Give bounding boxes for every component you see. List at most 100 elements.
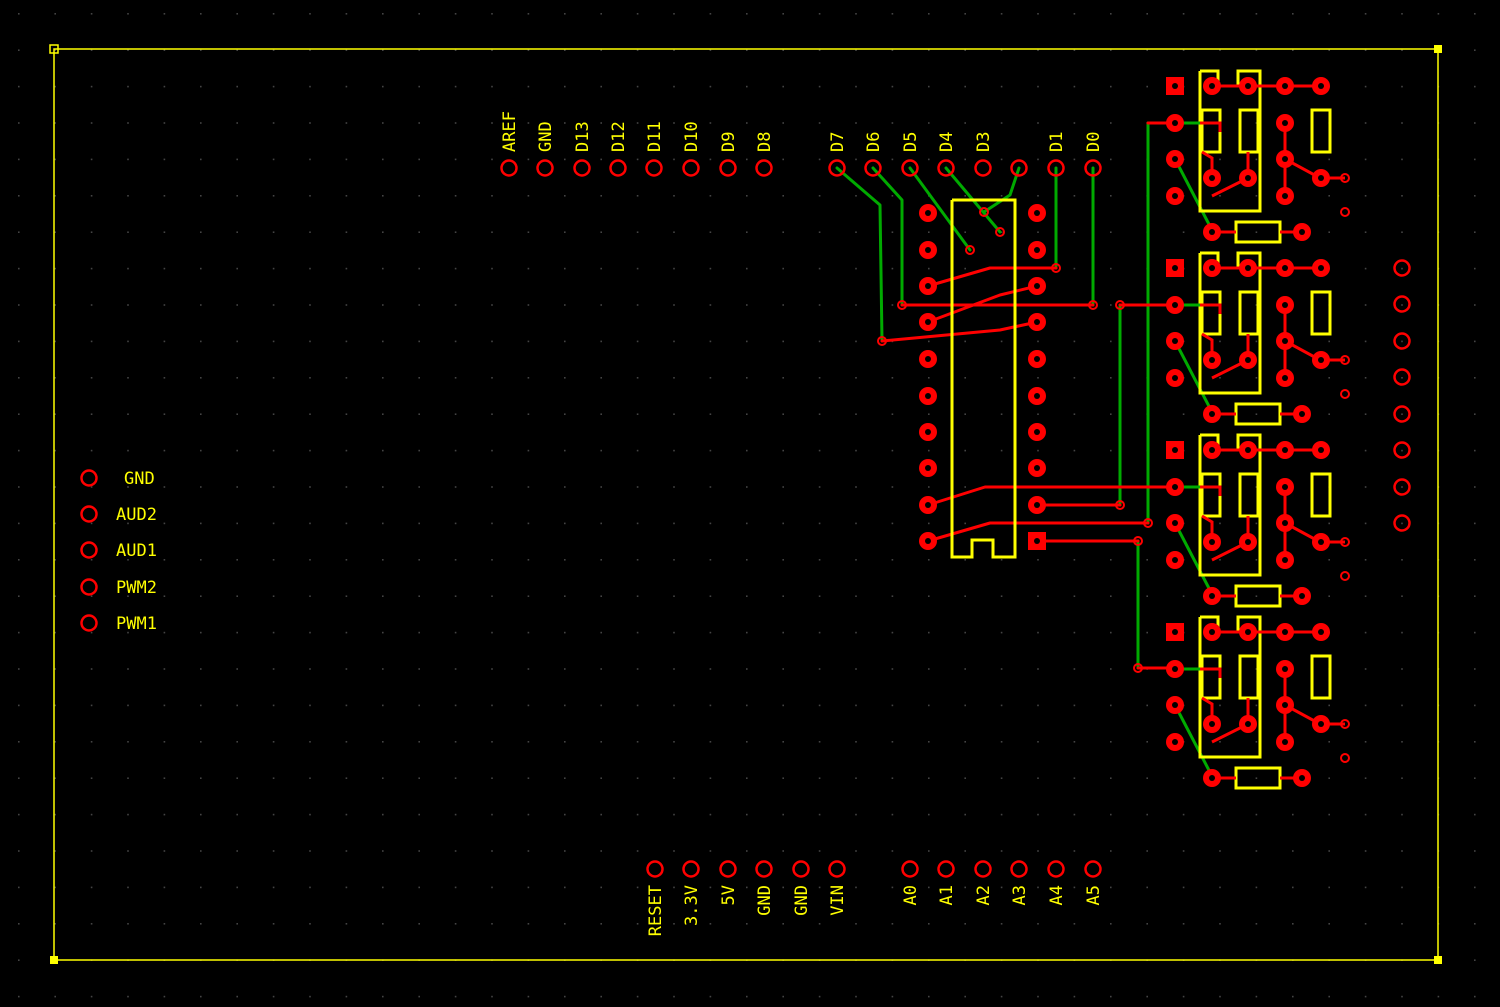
pad-hole: [1209, 539, 1215, 545]
grid-dot: [564, 340, 566, 343]
grid-dot: [309, 559, 311, 561]
grid-dot: [818, 267, 821, 270]
grid-dot: [454, 850, 457, 852]
grid-dot: [418, 777, 420, 779]
grid-dot: [1364, 777, 1367, 779]
grid-dot: [1219, 158, 1221, 161]
grid-dot: [1000, 413, 1003, 415]
grid-dot: [491, 13, 493, 15]
grid-dot: [891, 741, 894, 743]
grid-dot: [491, 559, 493, 561]
grid-dot: [309, 850, 311, 852]
pad-hole: [1034, 247, 1040, 253]
grid-dot: [746, 777, 748, 779]
grid-dot: [1437, 13, 1440, 15]
grid-dot: [309, 304, 311, 306]
grid-dot: [18, 522, 20, 525]
grid-dot: [600, 13, 602, 15]
grid-dot: [855, 304, 857, 306]
grid-dot: [564, 449, 566, 452]
grid-dot: [90, 741, 93, 743]
corner-marker: [1434, 956, 1442, 964]
grid-dot: [600, 668, 602, 670]
grid-dot: [418, 267, 420, 270]
grid-dot: [382, 595, 384, 597]
grid-dot: [345, 522, 348, 525]
grid-dot: [200, 777, 202, 779]
pad-hole: [1299, 775, 1305, 781]
grid-dot: [564, 631, 566, 634]
grid-dot: [127, 158, 129, 161]
grid-dot: [891, 85, 894, 88]
grid-dot: [527, 413, 530, 415]
grid-dot: [200, 340, 202, 343]
grid-dot: [272, 486, 275, 488]
grid-dot: [1401, 995, 1403, 998]
pad-hole: [1209, 447, 1215, 453]
grid-dot: [309, 486, 311, 488]
pad-hole: [1172, 375, 1178, 381]
pad-hole: [1245, 447, 1251, 453]
grid-dot: [163, 449, 166, 452]
grid-dot: [1255, 413, 1258, 415]
grid-dot: [454, 595, 457, 597]
grid-dot: [782, 486, 784, 488]
grid-dot: [127, 923, 129, 925]
grid-dot: [746, 267, 748, 270]
grid-dot: [1255, 704, 1258, 707]
grid-dot: [1474, 850, 1476, 852]
pin-label: A0: [901, 885, 921, 905]
grid-dot: [928, 668, 930, 670]
grid-dot: [309, 122, 311, 124]
grid-dot: [600, 158, 602, 161]
grid-dot: [1110, 195, 1112, 197]
grid-dot: [345, 231, 348, 233]
grid-dot: [564, 158, 566, 161]
grid-dot: [1364, 486, 1367, 488]
grid-dot: [636, 340, 639, 343]
resistor-outline: [1310, 654, 1332, 700]
grid-dot: [309, 995, 311, 998]
pin-label: A5: [1084, 885, 1104, 905]
pad-hole: [1318, 539, 1324, 545]
grid-dot: [964, 85, 966, 88]
grid-dot: [127, 340, 129, 343]
grid-dot: [418, 522, 420, 525]
grid-dot: [1073, 122, 1076, 124]
grid-dot: [891, 704, 894, 707]
grid-dot: [782, 631, 784, 634]
grid-dot: [527, 158, 530, 161]
pin-label: RESET: [646, 885, 666, 936]
pad-hole: [1245, 175, 1251, 181]
grid-dot: [18, 777, 20, 779]
resistor-outline: [1310, 290, 1332, 336]
pad-hole: [1282, 520, 1288, 526]
pin-label: D13: [573, 121, 593, 152]
grid-dot: [891, 777, 894, 779]
grid-dot: [236, 340, 238, 343]
grid-dot: [818, 886, 821, 889]
grid-dot: [746, 486, 748, 488]
grid-dot: [1364, 704, 1367, 707]
header-pad-reset: [646, 860, 664, 878]
grid-dot: [855, 195, 857, 197]
grid-dot: [1255, 377, 1258, 379]
grid-dot: [1474, 158, 1476, 161]
grid-dot: [454, 923, 457, 925]
grid-dot: [782, 595, 784, 597]
grid-dot: [418, 850, 420, 852]
grid-dot: [163, 923, 166, 925]
board-outline: [49, 44, 1442, 964]
grid-dot: [90, 267, 93, 270]
grid-dot: [928, 850, 930, 852]
grid-dot: [600, 486, 602, 488]
grid-dot: [1073, 741, 1076, 743]
grid-dot: [163, 886, 166, 889]
grid-dot: [527, 486, 530, 488]
grid-dot: [454, 304, 457, 306]
grid-dot: [855, 704, 857, 707]
grid-dot: [1255, 13, 1258, 15]
grid-dot: [964, 267, 966, 270]
pad-hole: [1172, 629, 1178, 635]
pad-hole: [1318, 629, 1324, 635]
